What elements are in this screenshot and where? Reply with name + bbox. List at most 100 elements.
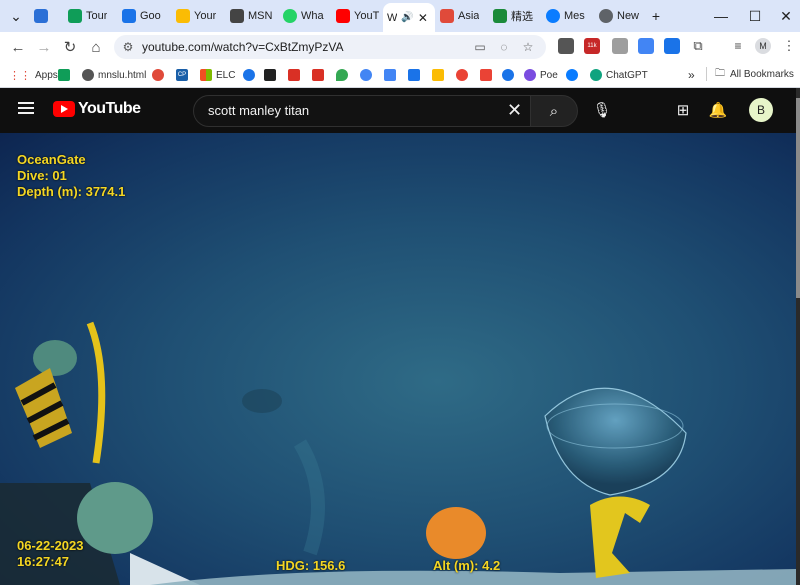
back-button[interactable]: ← bbox=[8, 37, 28, 57]
hud-depth: Depth (m): 3774.1 bbox=[17, 184, 126, 199]
home-button[interactable]: ⌂ bbox=[86, 37, 106, 57]
voice-search-button[interactable]: 🎙 bbox=[592, 100, 612, 120]
calendar-extension-icon[interactable]: 11k bbox=[584, 38, 600, 54]
browser-tab-active[interactable]: W 🔊 ✕ bbox=[383, 3, 435, 32]
video-player[interactable]: OceanGate Dive: 01 Depth (m): 3774.1 06-… bbox=[0, 133, 796, 585]
bookmark-item[interactable] bbox=[408, 67, 424, 83]
profile-avatar[interactable]: M bbox=[755, 38, 771, 54]
bookmark-item[interactable] bbox=[58, 67, 74, 83]
maximize-button[interactable]: ☐ bbox=[745, 6, 765, 26]
tab-label: Wha bbox=[301, 10, 324, 22]
yellow-cable bbox=[86, 321, 106, 464]
bookmark-item[interactable] bbox=[336, 67, 352, 83]
bookmark-item[interactable] bbox=[456, 67, 472, 83]
scrollbar-thumb[interactable] bbox=[796, 98, 800, 298]
globe-icon bbox=[82, 69, 94, 81]
bookmark-label: ChatGPT bbox=[606, 69, 648, 81]
reload-button[interactable]: ↻ bbox=[60, 37, 80, 57]
bookmarks-overflow-button[interactable]: » bbox=[688, 67, 695, 83]
tab-label: YouT bbox=[354, 10, 380, 22]
extension-icon[interactable] bbox=[612, 38, 628, 54]
tab-label: W bbox=[387, 11, 398, 24]
microphone-icon: 🎙 bbox=[592, 102, 612, 119]
minimize-button[interactable]: — bbox=[711, 6, 731, 26]
tab-label: Asia bbox=[458, 10, 480, 22]
new-tab-button[interactable]: + bbox=[646, 6, 666, 26]
bookmark-apps[interactable]: ⋮⋮ Apps bbox=[9, 67, 58, 83]
search-button[interactable]: ⌕ bbox=[530, 95, 578, 127]
hud-bottom-left: 06-22-2023 16:27:47 bbox=[17, 538, 84, 570]
close-window-button[interactable]: ✕ bbox=[776, 6, 796, 26]
search-icon bbox=[243, 69, 255, 81]
bookmark-item[interactable]: ELC bbox=[200, 67, 235, 83]
bookmark-favicon-icon bbox=[288, 69, 300, 81]
speaker-icon[interactable]: 🔊 bbox=[401, 12, 413, 23]
tab-search-button[interactable]: ⌄ bbox=[6, 6, 26, 26]
extension-icon[interactable] bbox=[638, 38, 654, 54]
orange-float bbox=[426, 507, 486, 559]
all-bookmarks-folder[interactable]: 🗀 All Bookmarks bbox=[706, 67, 794, 81]
browser-tab[interactable] bbox=[34, 4, 62, 28]
eye-off-icon[interactable]: ◌ bbox=[496, 39, 512, 55]
bookmark-item[interactable] bbox=[264, 67, 280, 83]
plus-icon: + bbox=[651, 8, 661, 24]
bookmark-item[interactable]: mnslu.html bbox=[82, 67, 146, 83]
minimize-icon: — bbox=[714, 8, 728, 24]
puzzle-icon[interactable]: ⧉ bbox=[690, 38, 706, 54]
bookmark-item[interactable] bbox=[566, 67, 582, 83]
page-scrollbar[interactable] bbox=[796, 88, 800, 585]
browser-tab[interactable]: Mes bbox=[546, 4, 594, 28]
bookmark-item[interactable] bbox=[360, 67, 376, 83]
search-box[interactable] bbox=[193, 95, 532, 127]
yellow-manipulator-arm bbox=[590, 496, 650, 578]
bookmark-item[interactable]: Poe bbox=[524, 67, 558, 83]
bookmark-item[interactable] bbox=[502, 67, 518, 83]
cast-icon[interactable]: ▭ bbox=[472, 39, 488, 55]
tab-favicon-icon bbox=[122, 9, 136, 23]
bookmark-favicon-icon bbox=[312, 69, 324, 81]
browser-tab[interactable]: 精选 bbox=[493, 4, 541, 28]
youtube-logo[interactable]: YouTube bbox=[53, 100, 141, 118]
browser-tab[interactable]: Wha bbox=[283, 4, 331, 28]
browser-tab[interactable]: Goo bbox=[122, 4, 170, 28]
site-info-icon[interactable]: ⚙ bbox=[120, 39, 136, 55]
account-avatar[interactable]: B bbox=[749, 98, 773, 122]
browser-tab[interactable]: YouT bbox=[336, 4, 384, 28]
browser-tab[interactable]: Tour bbox=[68, 4, 116, 28]
bookmark-item[interactable] bbox=[312, 67, 328, 83]
hamburger-menu-icon[interactable] bbox=[18, 101, 36, 115]
rope-coil-lower bbox=[77, 482, 153, 554]
browser-tab[interactable]: New bbox=[599, 4, 647, 28]
reading-list-icon[interactable]: ≡ bbox=[730, 38, 746, 54]
notifications-button[interactable]: 🔔 bbox=[708, 100, 728, 120]
bookmark-item[interactable]: CP bbox=[176, 67, 192, 83]
address-bar[interactable]: ⚙ youtube.com/watch?v=CxBtZmyPzVA ▭ ◌ ☆ bbox=[114, 35, 546, 59]
bookmark-item[interactable] bbox=[432, 67, 448, 83]
bell-icon: 🔔 bbox=[708, 102, 728, 119]
bookmark-item[interactable] bbox=[152, 67, 168, 83]
browser-tab[interactable]: MSN bbox=[230, 4, 278, 28]
hud-time: 16:27:47 bbox=[17, 554, 70, 569]
create-button[interactable]: ⊞ bbox=[673, 100, 693, 120]
rov-white-panel bbox=[130, 553, 200, 585]
extension-icon[interactable] bbox=[558, 38, 574, 54]
microsoft-icon bbox=[200, 69, 212, 81]
close-tab-icon[interactable]: ✕ bbox=[418, 11, 428, 25]
bookmark-label: ELC bbox=[216, 69, 236, 81]
extension-icon[interactable] bbox=[664, 38, 680, 54]
bookmark-item[interactable] bbox=[288, 67, 304, 83]
bookmark-item[interactable]: ChatGPT bbox=[590, 67, 648, 83]
tab-label: Your bbox=[194, 10, 217, 22]
forward-button[interactable]: → bbox=[34, 37, 54, 57]
search-input[interactable] bbox=[206, 102, 500, 119]
url-text[interactable]: youtube.com/watch?v=CxBtZmyPzVA bbox=[142, 40, 344, 54]
browser-tab[interactable]: Your bbox=[176, 4, 224, 28]
bookmarks-bar: ⋮⋮ Apps mnslu.html CP ELC Poe ChatGPT » 🗀… bbox=[0, 62, 800, 88]
bookmark-item[interactable] bbox=[243, 67, 259, 83]
more-menu-icon[interactable]: ⋮ bbox=[781, 38, 797, 54]
clear-search-icon[interactable]: ✕ bbox=[507, 100, 522, 121]
star-icon[interactable]: ☆ bbox=[520, 39, 536, 55]
bookmark-item[interactable] bbox=[480, 67, 496, 83]
bookmark-item[interactable] bbox=[384, 67, 400, 83]
browser-tab[interactable]: Asia bbox=[440, 4, 488, 28]
